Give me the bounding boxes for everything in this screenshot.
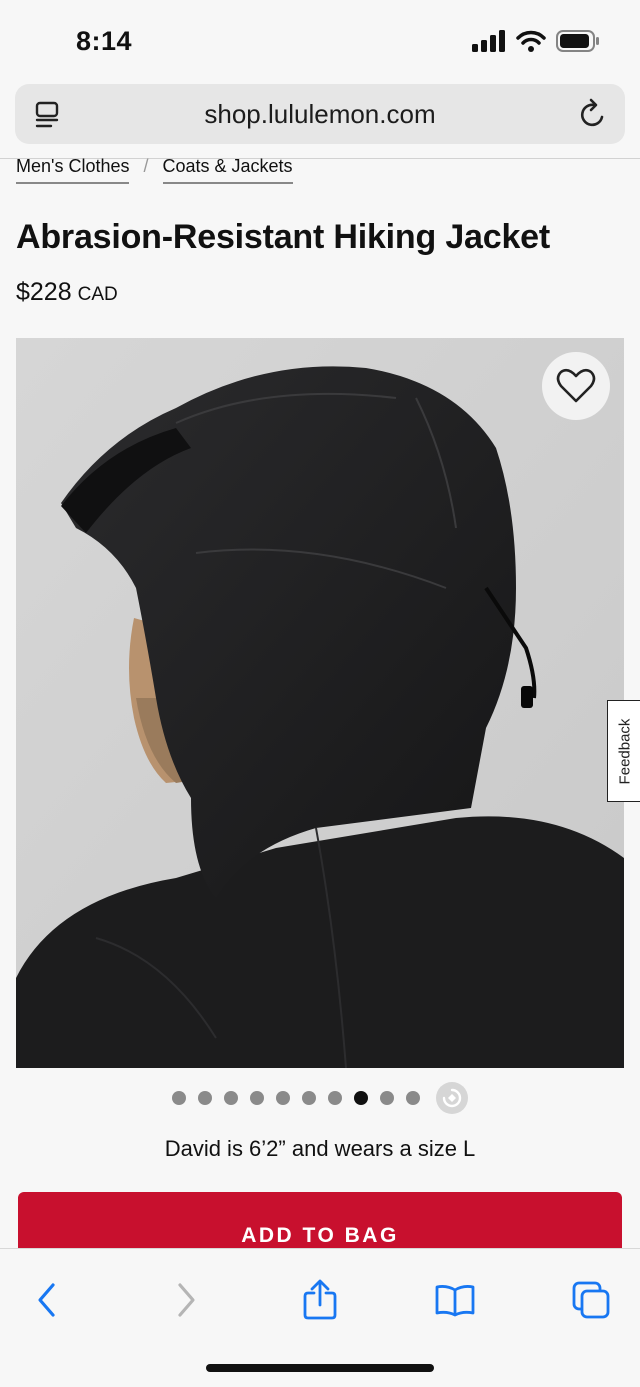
bookmarks-icon <box>435 1285 475 1317</box>
share-button[interactable] <box>295 1275 345 1325</box>
back-icon <box>38 1283 55 1317</box>
forward-button[interactable] <box>161 1275 211 1325</box>
model-info: David is 6’2” and wears a size L <box>164 1136 476 1161</box>
share-icon <box>303 1279 337 1320</box>
feedback-label: Feedback <box>616 718 633 784</box>
signal-icon <box>472 30 505 52</box>
carousel-dot-active[interactable] <box>354 1091 368 1105</box>
carousel-dot[interactable] <box>172 1091 186 1105</box>
status-icons <box>472 30 600 52</box>
rotate-360-icon <box>442 1088 462 1108</box>
url-text: shop.lululemon.com <box>204 98 436 129</box>
address-bar[interactable]: shop.lululemon.com <box>15 84 625 144</box>
breadcrumb-separator: / <box>143 156 149 176</box>
battery-icon <box>556 30 599 52</box>
wifi-icon <box>516 30 546 52</box>
carousel-dot[interactable] <box>224 1091 238 1105</box>
carousel-dot[interactable] <box>198 1091 212 1105</box>
reload-icon[interactable] <box>577 97 609 136</box>
carousel-dot[interactable] <box>406 1091 420 1105</box>
tabs-button[interactable] <box>566 1275 616 1325</box>
breadcrumb-coats-jackets[interactable]: Coats & Jackets <box>162 156 293 184</box>
reader-icon[interactable] <box>33 100 63 135</box>
breadcrumb: Men's Clothes / Coats & Jackets <box>16 156 293 184</box>
carousel-dot[interactable] <box>302 1091 316 1105</box>
product-title: Abrasion-Resistant Hiking Jacket <box>16 218 550 256</box>
product-image[interactable] <box>16 338 624 1068</box>
carousel-dot[interactable] <box>250 1091 264 1105</box>
price-amount: $228 <box>16 278 72 306</box>
tabs-icon <box>572 1281 610 1319</box>
heart-icon <box>556 368 596 403</box>
favorite-button[interactable] <box>542 352 610 420</box>
forward-icon <box>178 1283 195 1317</box>
view-360-button[interactable] <box>436 1082 468 1114</box>
bookmarks-button[interactable] <box>430 1275 480 1325</box>
carousel-dot[interactable] <box>380 1091 394 1105</box>
carousel-dot[interactable] <box>328 1091 342 1105</box>
home-indicator <box>206 1364 434 1372</box>
back-button[interactable] <box>22 1275 72 1325</box>
price-currency: CAD <box>77 284 118 305</box>
status-time: 8:14 <box>76 26 133 56</box>
carousel-dots <box>172 1082 468 1114</box>
product-price: $228 CAD <box>16 278 118 307</box>
feedback-tab[interactable]: Feedback <box>607 700 640 802</box>
breadcrumb-mens-clothes[interactable]: Men's Clothes <box>16 156 130 184</box>
carousel-dot[interactable] <box>276 1091 290 1105</box>
